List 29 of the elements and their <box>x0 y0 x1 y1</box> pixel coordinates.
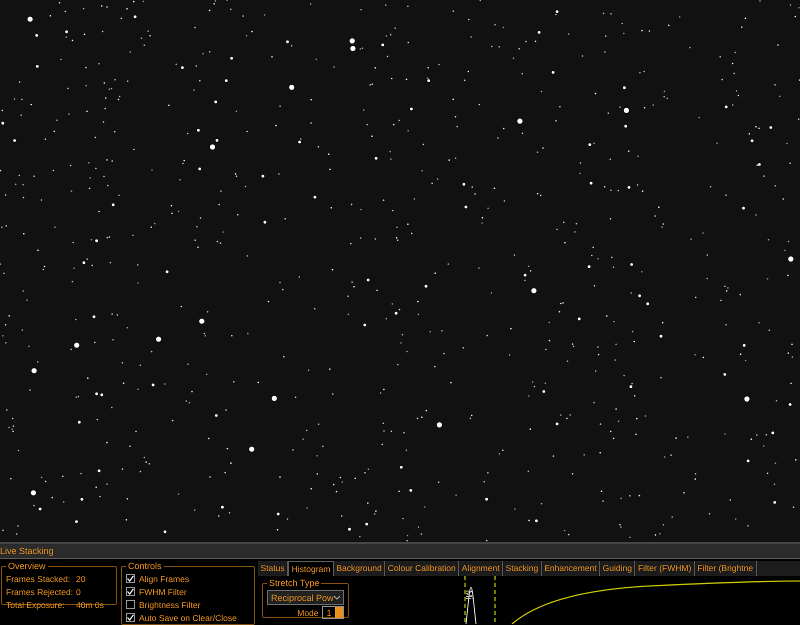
caret-icon <box>334 596 340 600</box>
stat-label: Frames Rejected: <box>6 586 74 596</box>
stretch-type-dropdown[interactable]: Reciprocal Pow <box>267 590 344 605</box>
tab[interactable]: Status <box>258 561 288 576</box>
tab[interactable]: Histogram <box>288 561 334 576</box>
checkbox-label[interactable]: Auto Save on Clear/Close <box>139 612 237 622</box>
tab[interactable]: Alignment <box>459 561 504 576</box>
tab[interactable]: Enhancement <box>542 561 600 576</box>
checkbox[interactable] <box>126 613 135 622</box>
mode-spinbox[interactable]: 1 <box>322 606 344 619</box>
stat-value: 0 <box>76 586 81 596</box>
stat-label: Frames Stacked: <box>6 574 72 584</box>
checkbox[interactable] <box>126 600 135 609</box>
checkbox-label[interactable]: Brightness Filter <box>139 600 200 610</box>
checkbox[interactable] <box>126 587 135 596</box>
group-title: Overview <box>7 561 47 571</box>
panel-title: Live Stacking <box>0 544 800 559</box>
stat-value: 40m 0s <box>76 600 104 610</box>
stat-value: 20 <box>76 574 86 584</box>
tab[interactable]: Colour Calibration <box>385 561 460 576</box>
checkbox[interactable] <box>126 574 135 583</box>
group-title: Controls <box>127 561 163 571</box>
stat-label: Total Exposure: <box>6 600 66 610</box>
tab[interactable]: Guiding <box>600 561 636 576</box>
mode-label: Mode <box>297 608 319 618</box>
checkbox-label[interactable]: Align Frames <box>139 574 190 584</box>
tab[interactable]: Stacking <box>503 561 542 576</box>
checkbox-label[interactable]: FWHM Filter <box>139 586 187 596</box>
group-title: Stretch Type <box>268 578 320 588</box>
